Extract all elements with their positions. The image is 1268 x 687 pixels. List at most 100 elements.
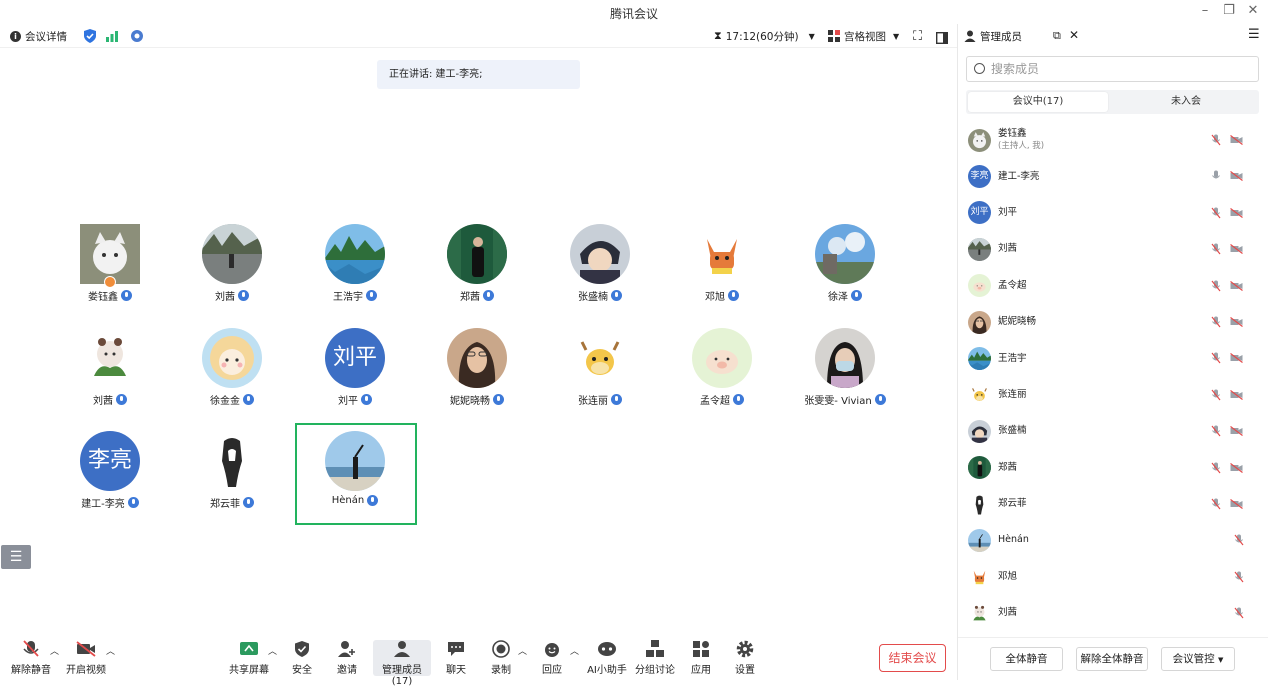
mic-off-icon[interactable] bbox=[1234, 607, 1244, 619]
video-off-icon[interactable] bbox=[1230, 244, 1243, 255]
mic-off-icon[interactable] bbox=[1211, 425, 1221, 437]
video-off-icon[interactable] bbox=[1230, 462, 1243, 473]
participant-name-row: 建工-李亮 bbox=[49, 495, 171, 510]
video-off-icon[interactable] bbox=[1230, 353, 1243, 364]
participant-tile[interactable]: 刘茜 bbox=[49, 328, 171, 407]
participant-tile[interactable]: Hènán bbox=[294, 431, 416, 506]
member-row[interactable]: 刘平 刘平 bbox=[958, 195, 1268, 231]
chevron-up-icon[interactable]: ︿ bbox=[106, 644, 115, 657]
participant-tile[interactable]: 刘平 刘平 bbox=[294, 328, 416, 407]
minimize-icon[interactable]: – bbox=[1196, 3, 1214, 18]
view-switch-button[interactable]: 宫格视图 ▼ bbox=[828, 28, 899, 44]
meeting-details-button[interactable]: i 会议详情 bbox=[10, 28, 67, 44]
video-off-icon[interactable] bbox=[1230, 280, 1243, 291]
maximize-icon[interactable]: ❐ bbox=[1220, 3, 1238, 18]
mic-off-icon[interactable] bbox=[1211, 243, 1221, 255]
sidebar-toggle-icon[interactable] bbox=[936, 30, 948, 46]
unmute-all-button[interactable]: 解除全体静音 bbox=[1076, 647, 1148, 671]
ai-assistant-button[interactable]: AI小助手 bbox=[580, 640, 634, 676]
video-off-icon[interactable] bbox=[1230, 316, 1243, 327]
avatar-photo bbox=[968, 347, 991, 371]
participant-tile[interactable]: 张雯雯- Vivian bbox=[784, 328, 906, 407]
member-name: 郑云菲 bbox=[998, 498, 1027, 510]
meeting-control-button[interactable]: 会议管控 ▼ bbox=[1161, 647, 1235, 671]
host-badge-icon bbox=[104, 276, 116, 288]
mic-off-icon[interactable] bbox=[1211, 389, 1221, 401]
popout-icon[interactable]: ⧉ bbox=[1053, 29, 1061, 43]
member-row[interactable]: 郑茜 bbox=[958, 450, 1268, 486]
member-row[interactable]: 李亮 建工-李亮 bbox=[958, 158, 1268, 194]
mic-off-icon[interactable] bbox=[1211, 280, 1221, 292]
participant-tile[interactable]: 张盛楠 bbox=[539, 224, 661, 303]
tab-in-meeting[interactable]: 会议中(17) bbox=[968, 92, 1108, 112]
close-icon[interactable]: ✕ bbox=[1244, 3, 1262, 18]
participant-tile[interactable]: 刘茜 bbox=[171, 224, 293, 303]
member-name: 邓旭 bbox=[998, 570, 1018, 582]
mic-off-icon[interactable] bbox=[1234, 534, 1244, 546]
mic-off-icon[interactable] bbox=[1211, 352, 1221, 364]
participant-tile[interactable]: 徐金金 bbox=[171, 328, 293, 407]
security-shield-icon[interactable] bbox=[84, 28, 96, 44]
participant-tile[interactable]: 李亮 建工-李亮 bbox=[49, 431, 171, 510]
participant-name: 刘茜 bbox=[215, 292, 235, 303]
signal-icon[interactable] bbox=[106, 28, 118, 44]
mic-off-icon[interactable] bbox=[1234, 571, 1244, 583]
avatar bbox=[570, 328, 630, 388]
participant-tile[interactable]: 郑茜 bbox=[416, 224, 538, 303]
member-row[interactable]: 郑云菲 bbox=[958, 486, 1268, 522]
member-tabs: 会议中(17) 未入会 bbox=[966, 90, 1259, 114]
video-off-icon[interactable] bbox=[1230, 171, 1243, 182]
tab-not-joined[interactable]: 未入会 bbox=[1116, 92, 1256, 112]
video-off-icon[interactable] bbox=[1230, 498, 1243, 509]
video-off-icon[interactable] bbox=[1230, 135, 1243, 145]
menu-icon[interactable]: ☰ bbox=[1248, 27, 1260, 42]
member-row[interactable]: 刘茜 bbox=[958, 595, 1268, 631]
video-off-icon[interactable] bbox=[1230, 207, 1243, 218]
participant-name-row: 郑茜 bbox=[416, 288, 538, 303]
member-row[interactable]: 娄钰鑫 (主持人, 我) bbox=[958, 122, 1268, 158]
participant-tile[interactable]: 孟令超 bbox=[661, 328, 783, 407]
mute-all-button[interactable]: 全体静音 bbox=[990, 647, 1063, 671]
chevron-up-icon[interactable]: ︿ bbox=[570, 644, 579, 657]
member-search-input[interactable]: 搜索成员 bbox=[966, 56, 1259, 82]
participant-tile[interactable]: 徐泽 bbox=[784, 224, 906, 303]
member-row[interactable]: 邓旭 bbox=[958, 559, 1268, 595]
participant-name-row: 刘茜 bbox=[49, 392, 171, 407]
member-row[interactable]: Hènán bbox=[958, 522, 1268, 558]
chevron-up-icon[interactable]: ︿ bbox=[50, 644, 59, 657]
mic-on-icon[interactable] bbox=[1211, 170, 1221, 182]
settings-button[interactable]: 设置 bbox=[718, 640, 772, 676]
participant-tile[interactable]: 王浩宇 bbox=[294, 224, 416, 303]
participant-tile[interactable]: 妮妮晓畅 bbox=[416, 328, 538, 407]
list-view-icon[interactable]: ☰ bbox=[1, 545, 31, 569]
member-row[interactable]: 张连丽 bbox=[958, 377, 1268, 413]
participant-tile[interactable]: 邓旭 bbox=[661, 224, 783, 303]
mic-off-icon[interactable] bbox=[1211, 207, 1221, 219]
mic-off-icon[interactable] bbox=[1211, 134, 1221, 146]
manage-members-button[interactable]: 管理成员(17) bbox=[373, 640, 431, 687]
start-video-button[interactable]: 开启视频 bbox=[59, 640, 113, 676]
chat-label: 聊天 bbox=[446, 665, 466, 676]
mic-off-icon[interactable] bbox=[1211, 498, 1221, 510]
member-row[interactable]: 妮妮晓畅 bbox=[958, 304, 1268, 340]
mic-off-icon[interactable] bbox=[1211, 316, 1221, 328]
member-row[interactable]: 刘茜 bbox=[958, 231, 1268, 267]
end-meeting-button[interactable]: 结束会议 bbox=[879, 644, 946, 672]
participant-tile[interactable]: 娄钰鑫 bbox=[49, 224, 171, 303]
ai-assistant-label: AI小助手 bbox=[587, 665, 627, 676]
member-row[interactable]: 孟令超 bbox=[958, 268, 1268, 304]
timer[interactable]: ⧗ 17:12(60分钟) ▼ bbox=[714, 28, 815, 44]
participant-name-row: 王浩宇 bbox=[294, 288, 416, 303]
participant-tile[interactable]: 张连丽 bbox=[539, 328, 661, 407]
network-status-icon[interactable] bbox=[130, 28, 144, 44]
mic-off-icon[interactable] bbox=[1211, 462, 1221, 474]
fullscreen-icon[interactable]: ⛶ bbox=[913, 28, 922, 44]
video-off-icon[interactable] bbox=[1230, 389, 1243, 400]
participant-tile[interactable]: 郑云菲 bbox=[171, 431, 293, 510]
participant-name: 孟令超 bbox=[700, 396, 730, 407]
invite-button[interactable]: 邀请 bbox=[320, 640, 374, 676]
member-row[interactable]: 张盛楠 bbox=[958, 413, 1268, 449]
video-off-icon[interactable] bbox=[1230, 426, 1243, 437]
member-row[interactable]: 王浩宇 bbox=[958, 340, 1268, 376]
close-panel-icon[interactable]: ✕ bbox=[1069, 28, 1079, 42]
